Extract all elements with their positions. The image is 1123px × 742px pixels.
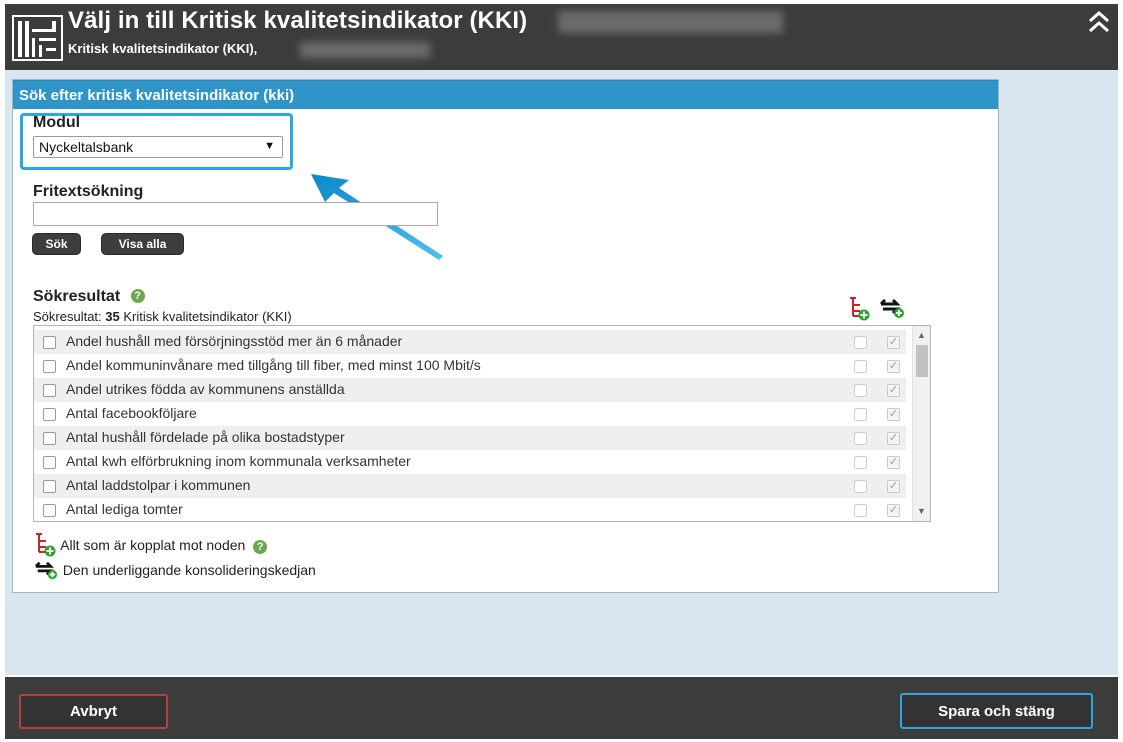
chain-checkbox[interactable]: ✓	[887, 384, 900, 397]
module-label: Modul	[33, 114, 81, 131]
node-checkbox[interactable]	[854, 432, 867, 445]
double-chevron-up-icon[interactable]	[1086, 9, 1112, 35]
row-checkbox[interactable]	[43, 456, 56, 469]
results-scrollbar[interactable]: ▲ ▼	[912, 326, 930, 521]
node-checkbox[interactable]	[854, 480, 867, 493]
row-checkbox[interactable]	[43, 360, 56, 373]
row-checkbox[interactable]	[43, 408, 56, 421]
list-item-label: Antal facebookföljare	[66, 405, 197, 421]
list-item-label: Antal laddstolpar i kommunen	[66, 477, 251, 493]
node-checkbox[interactable]	[854, 360, 867, 373]
scroll-up-icon[interactable]: ▲	[917, 330, 926, 340]
row-checkbox[interactable]	[43, 432, 56, 445]
list-item-label: Antal hushåll fördelade på olika bostads…	[66, 429, 345, 445]
dialog-subtitle: Kritisk kvalitetsindikator (KKI),	[68, 41, 258, 56]
list-item[interactable]: Antal laddstolpar i kommunen ✓	[34, 474, 906, 498]
list-item[interactable]: Antal kwh elförbrukning inom kommunala v…	[34, 450, 906, 474]
chain-checkbox[interactable]: ✓	[887, 480, 900, 493]
results-heading-text: Sökresultat	[33, 288, 121, 305]
save-and-close-button[interactable]: Spara och stäng	[900, 693, 1093, 729]
results-heading: Sökresultat ?	[33, 288, 145, 306]
scroll-thumb[interactable]	[916, 345, 928, 377]
list-item[interactable]: Andel utrikes födda av kommunens anställ…	[34, 378, 906, 402]
node-checkbox[interactable]	[854, 384, 867, 397]
help-icon[interactable]: ?	[130, 289, 145, 303]
chain-checkbox[interactable]: ✓	[887, 360, 900, 373]
list-item[interactable]: Andel kommuninvånare med tillgång till f…	[34, 354, 906, 378]
show-all-button[interactable]: Visa alla	[102, 234, 183, 254]
redacted-subtitle-suffix	[300, 42, 430, 58]
row-checkbox[interactable]	[43, 480, 56, 493]
chain-checkbox[interactable]: ✓	[887, 408, 900, 421]
module-select[interactable]: Nyckeltalsbank ▼	[33, 136, 283, 158]
freetext-label: Fritextsökning	[33, 183, 144, 200]
scroll-down-icon[interactable]: ▼	[917, 506, 926, 516]
panel-heading: Sök efter kritisk kvalitetsindikator (kk…	[13, 80, 998, 109]
results-list[interactable]: Andel hushåll med försörjningsstöd mer ä…	[33, 325, 931, 522]
legend-node: Allt som är kopplat mot noden ?	[33, 532, 268, 558]
node-checkbox[interactable]	[854, 336, 867, 349]
list-item-label: Antal lediga tomter	[66, 501, 183, 517]
dialog-frame: Välj in till Kritisk kvalitetsindikator …	[5, 4, 1118, 739]
redacted-title-suffix	[558, 11, 783, 33]
chain-add-icon	[34, 561, 57, 580]
module-select-value: Nyckeltalsbank	[39, 139, 134, 155]
search-panel: Sök efter kritisk kvalitetsindikator (kk…	[12, 79, 999, 593]
node-tree-add-icon[interactable]	[847, 296, 871, 322]
search-button[interactable]: Sök	[33, 234, 80, 254]
legend-node-label: Allt som är kopplat mot noden	[60, 537, 246, 553]
list-item-label: Andel utrikes födda av kommunens anställ…	[66, 381, 345, 397]
list-item[interactable]: Antal facebookföljare ✓	[34, 402, 906, 426]
chain-checkbox[interactable]: ✓	[887, 456, 900, 469]
results-count: Sökresultat: 35 Kritisk kvalitetsindikat…	[33, 309, 292, 324]
results-count-prefix: Sökresultat:	[33, 309, 102, 324]
chain-checkbox[interactable]: ✓	[887, 336, 900, 349]
dropdown-caret-icon: ▼	[264, 140, 275, 152]
list-item[interactable]: Antal hushåll fördelade på olika bostads…	[34, 426, 906, 450]
legend-chain: Den underliggande konsolideringskedjan	[33, 559, 316, 581]
list-item[interactable]: Andel hushåll med försörjningsstöd mer ä…	[34, 330, 906, 354]
dialog-header: Välj in till Kritisk kvalitetsindikator …	[5, 4, 1118, 70]
chain-checkbox[interactable]: ✓	[887, 432, 900, 445]
list-item-label: Andel kommuninvånare med tillgång till f…	[66, 357, 481, 373]
node-checkbox[interactable]	[854, 408, 867, 421]
row-checkbox[interactable]	[43, 384, 56, 397]
list-item-label: Andel hushåll med försörjningsstöd mer ä…	[66, 333, 403, 349]
node-checkbox[interactable]	[854, 504, 867, 517]
row-checkbox[interactable]	[43, 504, 56, 517]
chain-add-icon[interactable]	[879, 296, 905, 320]
freetext-search-input[interactable]	[33, 202, 438, 226]
node-checkbox[interactable]	[854, 456, 867, 469]
row-checkbox[interactable]	[43, 336, 56, 349]
results-count-suffix: Kritisk kvalitetsindikator (KKI)	[123, 309, 292, 324]
help-icon[interactable]: ?	[253, 540, 268, 554]
dialog-title: Välj in till Kritisk kvalitetsindikator …	[68, 7, 528, 34]
app-logo-icon	[12, 15, 63, 61]
list-item-label: Antal kwh elförbrukning inom kommunala v…	[66, 453, 411, 469]
cancel-button[interactable]: Avbryt	[19, 694, 168, 729]
chain-checkbox[interactable]: ✓	[887, 504, 900, 517]
list-item[interactable]: Antal lediga tomter ✓	[34, 498, 906, 521]
dialog-footer: Avbryt Spara och stäng	[5, 675, 1118, 739]
legend-chain-label: Den underliggande konsolideringskedjan	[62, 562, 316, 578]
results-count-number: 35	[105, 309, 120, 324]
node-tree-add-icon	[36, 533, 56, 557]
